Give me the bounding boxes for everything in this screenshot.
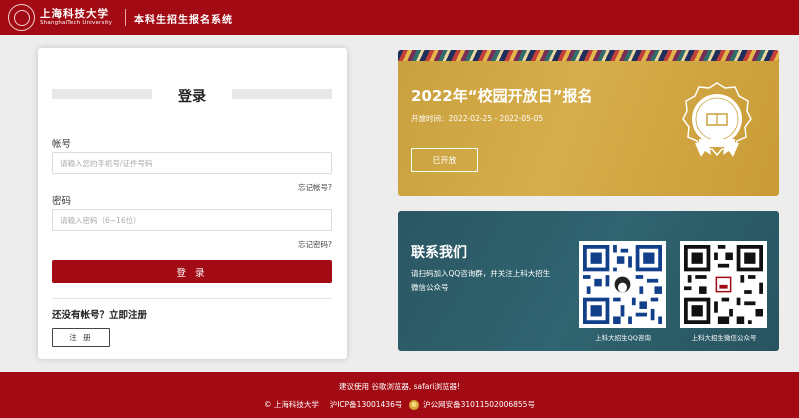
- password-label: 密码: [52, 196, 72, 207]
- qq-qr-caption: 上科大招生QQ咨询: [595, 334, 651, 342]
- qr-code-icon: [684, 245, 763, 324]
- login-panel: 登录 帐号 忘记帐号? 密码 忘记密码? 登 录 还没有帐号？立即注册 注 册: [38, 48, 347, 359]
- open-day-title: 2022年“校园开放日”报名: [411, 87, 593, 105]
- divider: [52, 298, 332, 299]
- wechat-qr-caption: 上科大招生微信公众号: [691, 334, 757, 342]
- qr-code-icon: [583, 245, 662, 324]
- police-record-link[interactable]: 沪公网安备31011502006855号: [423, 399, 535, 410]
- wechat-qr-code[interactable]: [680, 241, 767, 328]
- register-prompt-link[interactable]: 还没有帐号？立即注册: [52, 307, 147, 321]
- register-button[interactable]: 注 册: [52, 328, 110, 347]
- contact-panel: 联系我们 请扫码加入QQ咨询群，并关注上科大招生微信公众号 上科大招生QQ咨询 …: [398, 211, 779, 351]
- title-decoration-left: [52, 89, 152, 99]
- contact-description: 请扫码加入QQ咨询群，并关注上科大招生微信公众号: [411, 269, 551, 292]
- copyright-text: © 上海科技大学: [264, 400, 319, 409]
- police-badge-icon: [408, 399, 419, 410]
- university-badge-icon: [682, 82, 752, 157]
- university-name-cn[interactable]: 上海科技大学: [40, 6, 109, 21]
- open-day-banner[interactable]: 2022年“校园开放日”报名 开放时间：2022-02-25 - 2022-05…: [398, 50, 779, 196]
- open-status-button[interactable]: 已开放: [411, 148, 478, 172]
- decorative-pattern: [398, 50, 779, 61]
- page-footer: 建议使用 谷歌浏览器, safari浏览器! © 上海科技大学 沪ICP备130…: [0, 372, 799, 418]
- open-day-time: 开放时间：2022-02-25 - 2022-05-05: [411, 114, 544, 123]
- qq-group-qr-code[interactable]: [579, 241, 666, 328]
- university-logo-icon[interactable]: [8, 4, 35, 31]
- forgot-account-link[interactable]: 忘记帐号?: [298, 182, 332, 193]
- system-name: 本科生招生报名系统: [134, 15, 233, 26]
- top-header: 上海科技大学 ShanghaiTech University 本科生招生报名系统: [0, 0, 799, 35]
- header-divider: [125, 9, 126, 26]
- account-input[interactable]: [52, 152, 332, 174]
- icp-link[interactable]: 沪ICP备13001436号: [330, 399, 403, 410]
- university-name-en: ShanghaiTech University: [40, 20, 113, 26]
- title-decoration-right: [232, 89, 332, 99]
- password-input[interactable]: [52, 209, 332, 231]
- footer-info: © 上海科技大学 沪ICP备13001436号 沪公网安备31011502006…: [0, 399, 799, 410]
- login-title: 登录: [178, 89, 206, 105]
- login-button[interactable]: 登 录: [52, 260, 332, 283]
- account-label: 帐号: [52, 139, 72, 150]
- browser-tip: 建议使用 谷歌浏览器, safari浏览器!: [338, 382, 461, 391]
- contact-title: 联系我们: [411, 245, 467, 261]
- forgot-password-link[interactable]: 忘记密码?: [298, 239, 332, 250]
